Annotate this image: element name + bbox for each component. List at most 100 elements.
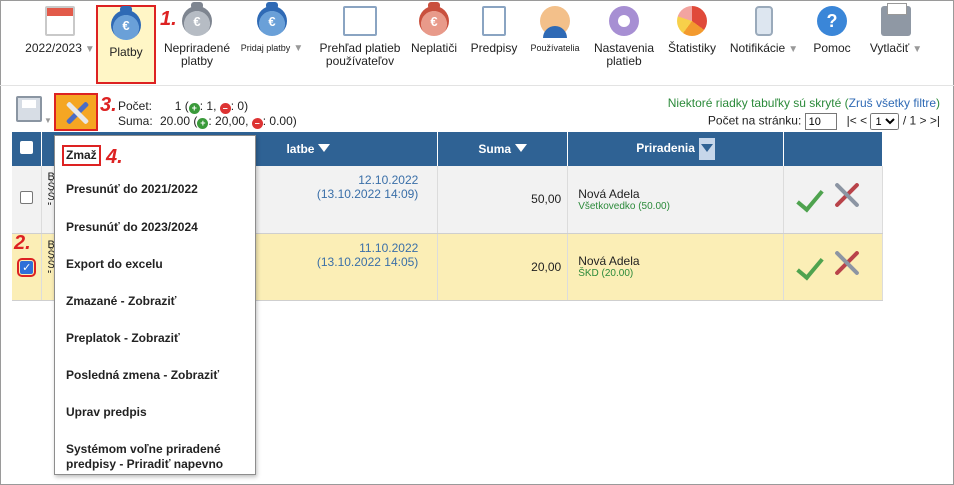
step-3-marker: 3. [100,94,117,116]
page-count: / 1 [902,113,917,128]
row-checkbox[interactable] [20,191,34,205]
toolbar-pomoc[interactable]: ? Pomoc [806,6,858,55]
clear-filters-link[interactable]: Zruš všetky filtre [849,96,936,110]
calendar-icon [45,6,75,36]
assignments-header-label: Priradenia [636,141,695,156]
pomoc-label: Pomoc [813,41,851,55]
toolbar-statistiky[interactable]: Štatistiky [662,6,722,55]
page-select[interactable]: 1 [870,113,900,130]
menu-item-line: predpisy - Priradiť napevno [66,457,224,471]
menu-item-move-2023[interactable]: Presunúť do 2023/2024 [66,220,198,235]
menu-item-edit-prescription[interactable]: Uprav predpis [66,405,147,420]
count-minus-value: 0 [237,99,245,113]
toolbar-nepriradene-platby[interactable]: € Nepriradené platby [160,2,234,68]
confirm-icon[interactable] [796,251,824,280]
toolbar-pridaj-platby[interactable]: € Pridaj platby ▼ [236,2,308,55]
assignments-cell: Nová Adela ŠKD (20.00) [567,233,784,301]
help-icon: ? [817,6,847,36]
filter-active-icon[interactable] [698,138,715,160]
toolbar-notifikacie[interactable]: Notifikácie ▼ [726,6,802,56]
tools-menu-button[interactable] [54,93,98,131]
step-2-marker: 2. [14,232,31,254]
next-page-button[interactable]: > [920,114,927,128]
sum-value: 20.00 [160,114,191,128]
assignments-cell: Nová Adela Všetkovedko (50.00) [567,166,784,234]
actions-column-header [783,132,883,166]
minus-icon: – [251,118,263,129]
per-page-label: Počet na stránku: [707,113,802,128]
plus-icon: + [197,118,209,129]
actions-cell [783,233,883,301]
save-dropdown-icon[interactable]: ▼ [44,116,52,125]
document-icon [482,6,506,36]
first-page-button[interactable]: |< [847,114,857,128]
tools-icon[interactable] [831,247,863,279]
filter-icon[interactable] [515,144,528,152]
chevron-down-icon[interactable]: ▼ [912,44,922,55]
assignee-name: Nová Adela [578,254,640,268]
tools-icon[interactable] [831,179,863,211]
save-icon[interactable] [16,96,42,122]
menu-item-show-last-change[interactable]: Posledná zmena - Zobraziť [66,368,219,383]
money-bag-red-icon: € [419,2,449,36]
pagination: Počet na stránku: |< < 1 / 1 > >| [708,113,940,130]
money-bag-add-icon: € [257,2,287,36]
menu-item-export-excel[interactable]: Export do excelu [66,257,163,272]
toolbar-neplatici[interactable]: € Neplatiči [406,2,462,55]
payment-sum: 50,00 [531,192,562,207]
payment-sum: 20,00 [531,259,562,274]
toolbar-vytlacit[interactable]: Vytlačiť ▼ [864,3,928,56]
sum-cell: 20,00 [437,233,569,301]
menu-item-line: Systémom voľne priradené [66,442,221,456]
prehlad-platieb-label: Prehľad platieb používateľov [319,41,401,68]
assignee-name: Nová Adela [578,186,640,201]
toolbar-predpisy[interactable]: Predpisy [466,6,522,55]
pouzivatelia-label: Používatelia [530,43,580,53]
toolbar-prehlad-platieb[interactable]: Prehľad platieb používateľov [310,6,410,68]
count-plus-value: 1 [206,99,214,113]
select-all-header [12,132,43,166]
menu-item-delete[interactable]: Zmaž [62,145,101,166]
row-checkbox[interactable]: ✓ [17,257,37,277]
menu-item-move-2021[interactable]: Presunúť do 2021/2022 [66,182,198,197]
menu-item-show-overpayment[interactable]: Preplatok - Zobraziť [66,331,180,346]
printer-icon [881,3,911,36]
tools-dropdown-menu: Zmaž Presunúť do 2021/2022 Presunúť do 2… [54,135,256,475]
hidden-rows-notice: Niektoré riadky tabuľky sú skryté (Zruš … [667,96,940,110]
nepriradene-platby-label: Nepriradené platby [163,41,231,68]
toolbar-platby[interactable]: € Platby [96,5,156,84]
assignments-column-header[interactable]: Priradenia [567,132,784,166]
count-value: 1 [174,99,182,113]
sum-label: Suma: [118,114,153,128]
actions-cell [783,166,883,234]
platby-label: Platby [109,45,143,59]
select-all-checkbox[interactable] [20,141,34,154]
plus-icon: + [188,103,200,114]
prev-page-button[interactable]: < [860,114,867,128]
assigned-item[interactable]: ŠKD (20.00) [578,268,782,279]
minus-icon: – [219,103,231,114]
chevron-down-icon[interactable]: ▼ [293,43,303,54]
chevron-down-icon[interactable]: ▼ [85,44,95,55]
toolbar-nastavenia-platieb[interactable]: Nastavenia platieb [588,6,660,68]
sum-plus-value: 20,00 [215,114,246,128]
last-page-button[interactable]: >| [930,114,940,128]
school-year-label: 2022/2023 [25,41,82,55]
chevron-down-icon[interactable]: ▼ [788,44,798,55]
sum-column-header[interactable]: Suma [437,132,569,166]
summary-stats: Počet: 1 (+: 1, –: 0) Suma: 20.00 (+: 20… [118,99,297,129]
assigned-item[interactable]: Všetkovedko (50.00) [578,201,782,212]
menu-item-assign-permanently[interactable]: Systémom voľne priradené predpisy - Prir… [66,442,223,472]
toolbar-school-year[interactable]: 2022/2023 ▼ [20,6,100,56]
money-bag-grey-icon: € [182,2,212,36]
toolbar-pouzivatelia[interactable]: Používatelia [526,6,584,55]
hidden-rows-text: Niektoré riadky tabuľky sú skryté [667,96,842,110]
pie-chart-icon [677,6,707,36]
row-select-cell [12,166,43,234]
phone-icon [755,6,773,36]
filter-icon[interactable] [318,144,331,152]
predpisy-label: Predpisy [470,41,518,55]
menu-item-show-deleted[interactable]: Zmazané - Zobraziť [66,294,176,309]
per-page-input[interactable] [804,113,837,130]
confirm-icon[interactable] [796,183,824,213]
